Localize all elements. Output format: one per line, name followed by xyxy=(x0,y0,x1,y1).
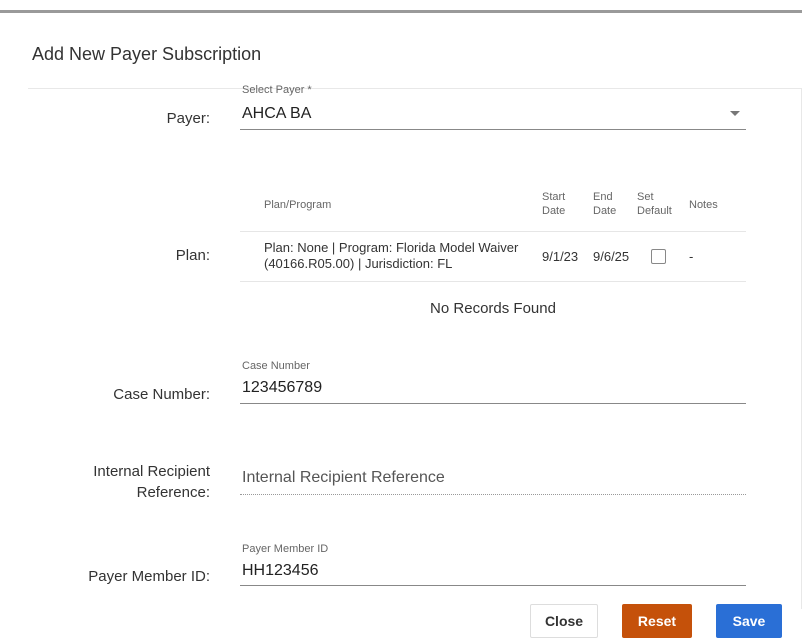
form-panel xyxy=(28,88,802,609)
plan-label: Plan: xyxy=(175,247,210,264)
save-button[interactable]: Save xyxy=(716,604,782,638)
internal-ref-label-line1: Internal Recipient xyxy=(93,463,210,480)
col-end-date-line2: Date xyxy=(593,205,617,217)
case-number-label: Case Number: xyxy=(113,386,210,403)
payer-select[interactable]: AHCA BA xyxy=(242,105,311,123)
end-date-cell: 9/6/25 xyxy=(593,249,630,264)
internal-ref-input[interactable]: Internal Recipient Reference xyxy=(242,469,445,487)
payer-float-label: Select Payer * xyxy=(242,84,312,96)
col-start-date: Start Date xyxy=(542,190,565,218)
table-row-divider xyxy=(240,281,746,282)
plan-program-line2: (40166.R05.00) | Jurisdiction: FL xyxy=(264,256,453,271)
col-end-date: End Date xyxy=(593,190,616,218)
table-row: Plan: None | Program: Florida Model Waiv… xyxy=(264,240,518,272)
payer-member-id-input[interactable]: HH123456 xyxy=(242,562,319,580)
col-start-date-line2: Date xyxy=(542,205,566,217)
reset-button[interactable]: Reset xyxy=(622,604,692,638)
col-start-date-line1: Start xyxy=(542,191,566,203)
payer-member-id-underline xyxy=(240,585,746,586)
case-number-input[interactable]: 123456789 xyxy=(242,379,322,397)
col-set-default-line2: Default xyxy=(637,205,672,217)
plan-program-line1: Plan: None | Program: Florida Model Waiv… xyxy=(264,240,519,255)
start-date-cell: 9/1/23 xyxy=(542,249,579,264)
internal-ref-label-line2: Reference: xyxy=(136,484,210,501)
set-default-checkbox[interactable] xyxy=(651,249,666,264)
payer-label: Payer: xyxy=(166,110,210,127)
notes-cell: - xyxy=(689,249,694,264)
table-header-divider xyxy=(240,231,746,232)
payer-member-id-float-label: Payer Member ID xyxy=(242,543,329,555)
case-number-underline xyxy=(240,403,746,404)
internal-ref-underline xyxy=(240,494,746,495)
chevron-down-icon[interactable] xyxy=(730,111,740,116)
top-bar xyxy=(0,0,802,13)
payer-member-id-label: Payer Member ID: xyxy=(88,568,210,585)
no-records-message: No Records Found xyxy=(430,300,556,317)
col-plan-program: Plan/Program xyxy=(264,199,332,211)
col-set-default: Set Default xyxy=(637,190,672,218)
col-set-default-line1: Set xyxy=(637,191,654,203)
col-notes: Notes xyxy=(689,199,718,211)
close-button[interactable]: Close xyxy=(530,604,598,638)
payer-select-underline xyxy=(240,129,746,130)
case-number-float-label: Case Number xyxy=(242,360,310,372)
internal-ref-label: Internal Recipient Reference: xyxy=(93,461,210,503)
col-end-date-line1: End xyxy=(593,191,613,203)
dialog-title: Add New Payer Subscription xyxy=(32,44,262,64)
